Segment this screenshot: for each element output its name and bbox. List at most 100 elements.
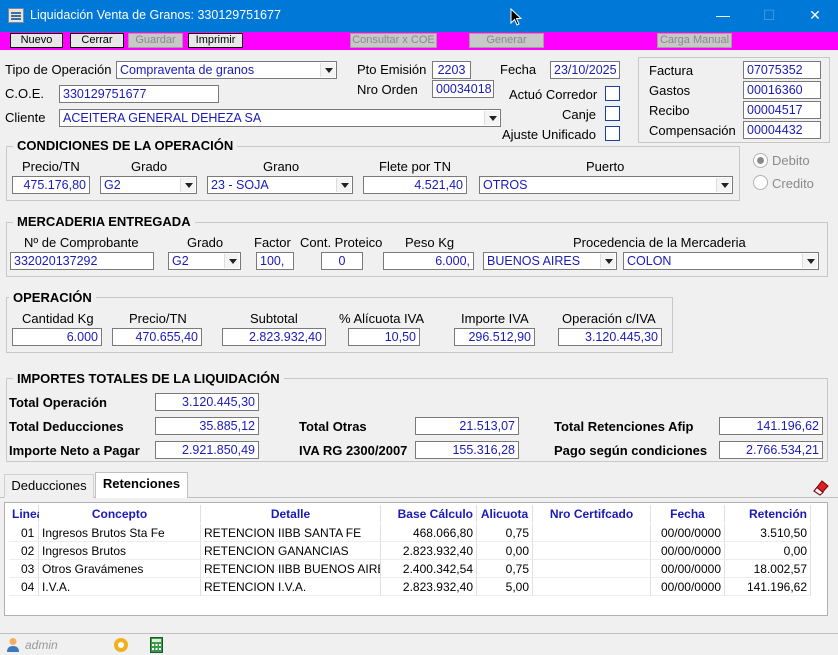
column-header[interactable]: Retención — [725, 505, 811, 523]
cantidad-field[interactable]: 6.000 — [12, 328, 102, 346]
chevron-down-icon — [716, 178, 731, 192]
table-cell: 5,00 — [477, 578, 533, 596]
peso-label: Peso Kg — [405, 235, 455, 250]
table-cell: 141.196,62 — [725, 578, 811, 596]
table-cell: RETENCION IIBB BUENOS AIRE — [201, 560, 381, 578]
peso-field[interactable]: 6.000, — [383, 252, 474, 270]
merc-grado-select[interactable]: G2 — [168, 252, 241, 270]
provincia-value: BUENOS AIRES — [487, 254, 581, 268]
table-cell — [533, 578, 651, 596]
factor-label: Factor — [254, 235, 291, 250]
pago-condiciones-label: Pago según condiciones — [554, 443, 708, 458]
compensacion-field[interactable]: 00004432 — [743, 121, 821, 139]
tipo-operacion-label: Tipo de Operación — [5, 62, 112, 77]
retenciones-table[interactable]: Linea Concepto Detalle Base Cálculo Alicuota… — [4, 502, 828, 616]
total-retenciones-label: Total Retenciones Afip — [554, 419, 694, 434]
cliente-value: ACEITERA GENERAL DEHEZA SA — [63, 111, 262, 125]
tipo-operacion-select[interactable]: Compraventa de granos — [116, 61, 337, 79]
pto-emision-field[interactable]: 2203 — [432, 61, 471, 79]
pago-condiciones-field[interactable]: 2.766.534,21 — [719, 441, 823, 459]
table-row[interactable]: 01 Ingresos Brutos Sta Fe RETENCION IIBB S… — [5, 524, 827, 542]
table-cell — [533, 524, 651, 542]
maximize-button[interactable]: ☐ — [746, 0, 792, 32]
column-header[interactable]: Linea — [9, 505, 43, 523]
proteico-field[interactable]: 0 — [321, 252, 363, 270]
column-header[interactable]: Concepto — [39, 505, 201, 523]
column-header[interactable]: Detalle — [201, 505, 381, 523]
column-header[interactable]: Alicuota — [477, 505, 533, 523]
total-deducciones-field[interactable]: 35.885,12 — [155, 417, 259, 435]
op-precio-field[interactable]: 470.655,40 — [112, 328, 202, 346]
proteico-label: Cont. Proteico — [300, 235, 383, 250]
guardar-button[interactable]: Guardar — [128, 33, 183, 48]
eraser-icon[interactable] — [811, 478, 831, 496]
column-header[interactable]: Fecha — [651, 505, 725, 523]
ajuste-checkbox[interactable] — [605, 126, 620, 141]
table-cell: 00/00/0000 — [651, 578, 725, 596]
iva-rg-field[interactable]: 155.316,28 — [415, 441, 519, 459]
minimize-button[interactable]: — — [700, 0, 746, 32]
table-cell: I.V.A. — [39, 578, 201, 596]
puerto-label: Puerto — [586, 159, 625, 174]
comprobante-field[interactable]: 332020137292 — [10, 252, 154, 270]
iva-rg-label: IVA RG 2300/2007 — [299, 443, 408, 458]
canje-checkbox[interactable] — [605, 106, 620, 121]
tab-deducciones[interactable]: Deducciones — [4, 474, 94, 498]
grado-value: G2 — [104, 178, 121, 192]
provincia-select[interactable]: BUENOS AIRES — [483, 252, 617, 270]
recibo-field[interactable]: 00004517 — [743, 101, 821, 119]
carga-manual-button[interactable]: Carga Manual — [657, 33, 732, 48]
fecha-field[interactable]: 23/10/2025 — [550, 61, 620, 79]
generar-button[interactable]: Generar — [469, 33, 544, 48]
importe-iva-field[interactable]: 296.512,90 — [454, 328, 535, 346]
pto-emision-label: Pto Emisión — [357, 62, 427, 77]
calculator-icon[interactable] — [150, 637, 163, 653]
corredor-checkbox[interactable] — [605, 86, 620, 101]
total-operacion-field[interactable]: 3.120.445,30 — [155, 393, 259, 411]
precio-tn-label: Precio/TN — [22, 159, 80, 174]
coe-field[interactable]: 330129751677 — [59, 85, 219, 103]
table-cell: RETENCION IIBB SANTA FE — [201, 524, 381, 542]
nro-orden-label: Nro Orden — [357, 82, 418, 97]
factura-field[interactable]: 07075352 — [743, 61, 821, 79]
gastos-field[interactable]: 00016360 — [743, 81, 821, 99]
table-cell: 02 — [9, 542, 39, 560]
gear-icon[interactable] — [113, 637, 129, 653]
puerto-select[interactable]: OTROS — [479, 176, 733, 194]
table-cell: 0,00 — [477, 542, 533, 560]
column-header[interactable]: Base Cálculo — [381, 505, 477, 523]
imprimir-button[interactable]: Imprimir — [188, 33, 243, 48]
cliente-select[interactable]: ACEITERA GENERAL DEHEZA SA — [59, 109, 501, 127]
total-retenciones-field[interactable]: 141.196,62 — [719, 417, 823, 435]
debito-radio[interactable] — [753, 153, 768, 168]
alicuota-iva-field[interactable]: 10,50 — [348, 328, 420, 346]
precio-tn-field[interactable]: 475.176,80 — [12, 176, 90, 194]
status-bar: admin — [0, 633, 838, 655]
table-cell: Ingresos Brutos Sta Fe — [39, 524, 201, 542]
table-row[interactable]: 02 Ingresos Brutos RETENCION GANANCIAS 2.82… — [5, 542, 827, 560]
credito-radio[interactable] — [753, 175, 768, 190]
grado-select[interactable]: G2 — [100, 176, 197, 194]
flete-field[interactable]: 4.521,40 — [363, 176, 467, 194]
table-row[interactable]: 03 Otros Gravámenes RETENCION IIBB BUENOS … — [5, 560, 827, 578]
nuevo-button[interactable]: Nuevo — [10, 33, 63, 48]
table-cell: 2.823.932,40 — [381, 542, 477, 560]
table-row[interactable]: 04 I.V.A. RETENCION I.V.A. 2.823.932,40 5,00… — [5, 578, 827, 596]
grano-value: 23 - SOJA — [211, 178, 269, 192]
nro-orden-field[interactable]: 00034018 — [432, 80, 494, 98]
importe-neto-field[interactable]: 2.921.850,49 — [155, 441, 259, 459]
subtotal-field[interactable]: 2.823.932,40 — [222, 328, 326, 346]
op-iva-field[interactable]: 3.120.445,30 — [558, 328, 662, 346]
localidad-select[interactable]: COLON — [623, 252, 819, 270]
column-header[interactable]: Nro Certifcado — [533, 505, 651, 523]
table-cell: 01 — [9, 524, 39, 542]
close-button[interactable]: ✕ — [792, 0, 838, 32]
table-cell: 3.510,50 — [725, 524, 811, 542]
total-otras-field[interactable]: 21.513,07 — [415, 417, 519, 435]
factor-field[interactable]: 100, — [256, 252, 294, 270]
cerrar-button[interactable]: Cerrar — [70, 33, 124, 48]
cantidad-label: Cantidad Kg — [22, 311, 94, 326]
grano-select[interactable]: 23 - SOJA — [207, 176, 353, 194]
consultar-coe-button[interactable]: Consultar x COE — [350, 33, 437, 48]
tab-retenciones[interactable]: Retenciones — [95, 472, 188, 498]
